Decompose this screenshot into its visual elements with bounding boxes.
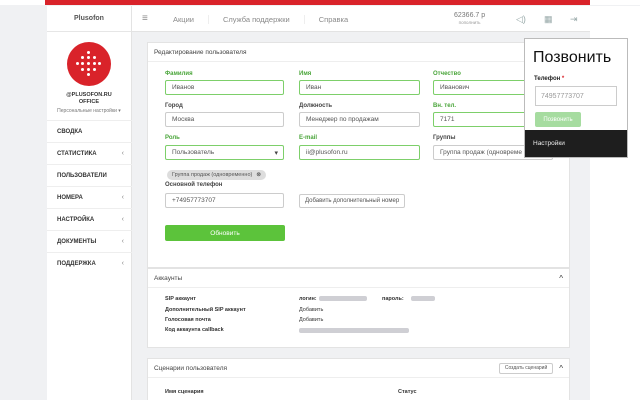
logout-icon[interactable]: ⇥ (570, 14, 578, 25)
nav-promotions[interactable]: Акции (173, 14, 209, 24)
add-number-button[interactable]: Добавить дополнительный номер (299, 194, 406, 208)
chevron-up-icon[interactable]: ^ (559, 364, 563, 373)
sidebar-item-documents[interactable]: ДОКУМЕНТЫ ‹ (47, 230, 132, 252)
accounts-panel: Аккаунты ^ SIP аккаунт логин: пароль: Доп… (147, 268, 570, 348)
popup-settings-link[interactable]: Настройки (525, 130, 627, 157)
callback-value-redacted (299, 328, 409, 333)
panel-title: Редактирование пользователя (148, 43, 569, 62)
extra-sip-label: Дополнительный SIP аккаунт (165, 307, 246, 313)
brand-title: Plusofon (47, 6, 131, 32)
chevron-left-icon: ‹ (121, 194, 124, 201)
sidebar-item-support[interactable]: ПОДДЕРЖКА ‹ (47, 252, 132, 274)
call-popup: Позвонить Телефон * 74957773707 Позвонит… (524, 38, 628, 158)
password-value-redacted (411, 296, 435, 301)
lastname-label: Фамилия (165, 71, 193, 77)
lastname-input[interactable]: Иванов (165, 80, 284, 95)
sip-label: SIP аккаунт (165, 296, 196, 302)
scenarios-header: Сценарии пользователя Создать сценарий ^ (148, 359, 569, 378)
sidebar: Plusofon @PLUSOFON.RU OFFICE Персональны… (47, 6, 132, 400)
account-name: @PLUSOFON.RU (66, 92, 112, 98)
chevron-up-icon[interactable]: ^ (559, 274, 563, 283)
col-scenario-name: Имя сценария (165, 389, 204, 395)
role-label: Роль (165, 135, 180, 141)
popup-title: Позвонить (533, 49, 612, 66)
city-label: Город (165, 103, 183, 109)
nav-support[interactable]: Служба поддержки (223, 14, 305, 24)
add-extra-sip-link[interactable]: Добавить (299, 307, 323, 313)
email-label: E-mail (299, 135, 318, 141)
volume-icon[interactable]: ◁) (516, 14, 526, 25)
chevron-left-icon: ‹ (121, 260, 124, 267)
top-header: ≡ Акции Служба поддержки Справка 62366.7… (132, 6, 590, 32)
voicemail-label: Голосовая почта (165, 317, 211, 323)
firstname-label: Имя (299, 71, 312, 77)
phone-input[interactable]: +74957773707 (165, 193, 284, 208)
email-input[interactable]: ii@plusofon.ru (299, 145, 420, 160)
firstname-input[interactable]: Иван (299, 80, 420, 95)
remove-tag-icon[interactable]: ⊗ (256, 172, 261, 178)
chevron-left-icon: ‹ (121, 150, 124, 157)
update-button[interactable]: Обновить (165, 225, 285, 241)
call-button[interactable]: Позвонить (535, 112, 581, 127)
nav-help[interactable]: Справка (319, 15, 362, 24)
grid-icon[interactable]: ▦ (544, 14, 553, 25)
role-select[interactable]: Пользователь (165, 145, 284, 160)
position-label: Должность (299, 103, 333, 109)
sidebar-item-settings[interactable]: НАСТРОЙКА ‹ (47, 208, 132, 230)
sidebar-item-numbers[interactable]: НОМЕРА ‹ (47, 186, 132, 208)
phone-label: Основной телефон (165, 182, 223, 188)
chevron-left-icon: ‹ (121, 238, 124, 245)
group-tag[interactable]: Группа продаж (одновременно) ⊗ (167, 170, 266, 180)
callback-label: Код аккаунта callback (165, 327, 224, 333)
sidebar-item-statistics[interactable]: СТАТИСТИКА ‹ (47, 142, 132, 164)
balance[interactable]: 62366.7 р пополнить (454, 12, 485, 26)
add-voicemail-link[interactable]: Добавить (299, 317, 323, 323)
city-input[interactable]: Москва (165, 112, 284, 127)
hamburger-menu-icon[interactable]: ≡ (142, 13, 148, 24)
sidebar-menu: СВОДКА СТАТИСТИКА ‹ ПОЛЬЗОВАТЕЛИ НОМЕРА ‹ … (47, 120, 132, 274)
popup-phone-input[interactable]: 74957773707 (535, 86, 617, 106)
brand-stripe (45, 0, 590, 5)
login-value-redacted (319, 296, 367, 301)
patronymic-label: Отчество (433, 71, 461, 77)
ext-label: Вн. тел. (433, 103, 457, 109)
col-status: Статус (398, 389, 417, 395)
popup-phone-label: Телефон * (534, 76, 565, 82)
accounts-header[interactable]: Аккаунты ^ (148, 269, 569, 288)
sidebar-item-summary[interactable]: СВОДКА (47, 120, 132, 142)
personal-settings-link[interactable]: Персональные настройки ▾ (47, 108, 131, 114)
header-nav: Акции Служба поддержки Справка (173, 6, 376, 32)
chevron-left-icon: ‹ (121, 216, 124, 223)
groups-label: Группы (433, 135, 456, 141)
edit-user-panel: Редактирование пользователя Фамилия Иван… (147, 42, 570, 268)
scenarios-panel: Сценарии пользователя Создать сценарий ^… (147, 358, 570, 400)
account-sub: OFFICE (78, 99, 100, 105)
company-logo (67, 42, 111, 86)
sidebar-item-users[interactable]: ПОЛЬЗОВАТЕЛИ (47, 164, 132, 186)
create-scenario-button[interactable]: Создать сценарий (498, 362, 554, 374)
position-input[interactable]: Менеджер по продажам (299, 112, 420, 127)
password-label: пароль: (382, 296, 404, 302)
login-label: логин: (299, 296, 317, 302)
